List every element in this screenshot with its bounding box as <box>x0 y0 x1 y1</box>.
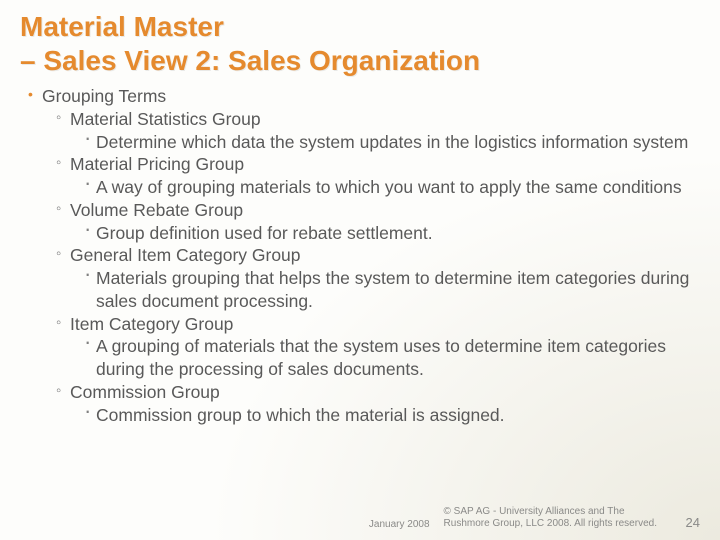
group-heading: Grouping Terms <box>42 86 166 106</box>
group-name: Item Category Group <box>70 314 233 334</box>
list-item: Materials grouping that helps the system… <box>84 267 700 313</box>
group-name: Commission Group <box>70 382 220 402</box>
page-number: 24 <box>686 515 700 530</box>
list-item: Material Pricing Group <box>56 153 700 176</box>
list-item: A way of grouping materials to which you… <box>84 176 700 199</box>
list-item: A grouping of materials that the system … <box>84 335 700 381</box>
group-desc: Materials grouping that helps the system… <box>96 268 689 311</box>
list-item: Grouping Terms <box>28 85 700 108</box>
slide-title: Material Master – Sales View 2: Sales Or… <box>20 10 700 77</box>
group-name: Material Pricing Group <box>70 154 244 174</box>
footer-date: January 2008 <box>369 519 430 530</box>
group-name: Volume Rebate Group <box>70 200 243 220</box>
footer-copyright: © SAP AG - University Alliances and The … <box>444 506 664 530</box>
group-desc: Group definition used for rebate settlem… <box>96 223 433 243</box>
footer: January 2008 © SAP AG - University Allia… <box>320 506 700 530</box>
group-desc: A way of grouping materials to which you… <box>96 177 682 197</box>
title-line-2: – Sales View 2: Sales Organization <box>20 45 480 76</box>
group-desc: A grouping of materials that the system … <box>96 336 666 379</box>
group-desc: Determine which data the system updates … <box>96 132 688 152</box>
group-name: Material Statistics Group <box>70 109 261 129</box>
group-name: General Item Category Group <box>70 245 301 265</box>
list-item: Group definition used for rebate settlem… <box>84 222 700 245</box>
list-item: Material Statistics Group <box>56 108 700 131</box>
list-item: Commission group to which the material i… <box>84 404 700 427</box>
list-item: Commission Group <box>56 381 700 404</box>
title-line-1: Material Master <box>20 11 224 42</box>
content-body: Grouping Terms Material Statistics Group… <box>20 85 700 426</box>
slide: Material Master – Sales View 2: Sales Or… <box>0 0 720 540</box>
group-desc: Commission group to which the material i… <box>96 405 505 425</box>
list-item: Determine which data the system updates … <box>84 131 700 154</box>
list-item: General Item Category Group <box>56 244 700 267</box>
list-item: Volume Rebate Group <box>56 199 700 222</box>
list-item: Item Category Group <box>56 313 700 336</box>
